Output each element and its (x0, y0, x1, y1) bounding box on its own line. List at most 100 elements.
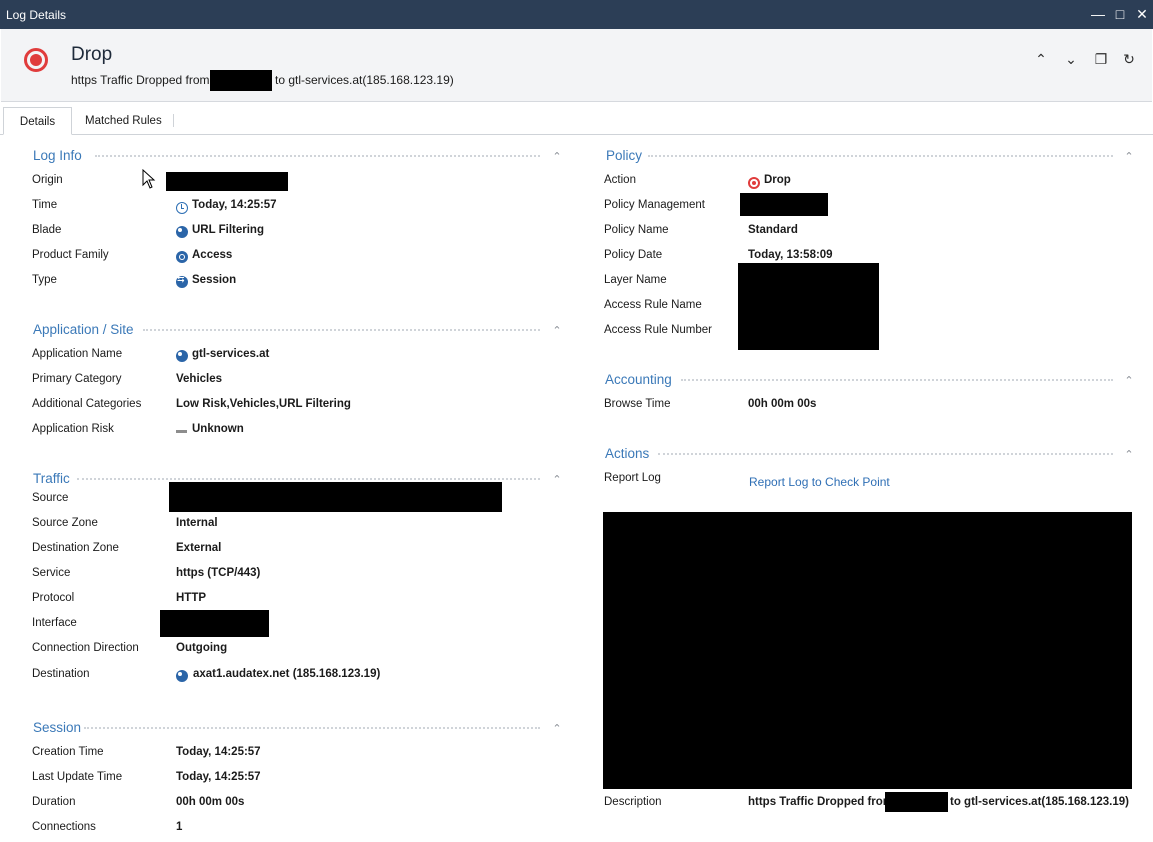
close-icon[interactable]: ✕ (1132, 4, 1152, 24)
row-value-source-zone: Internal (176, 517, 218, 529)
section-application-title: Application / Site (33, 322, 134, 337)
row-label-product-family: Product Family (32, 249, 109, 261)
row-value-description-suffix: to gtl-services.at(185.168.123.19) (950, 796, 1129, 808)
row-value-additional-categories: Low Risk,Vehicles,URL Filtering (176, 398, 351, 410)
maximize-icon[interactable]: □ (1110, 4, 1130, 24)
row-label-primary-category: Primary Category (32, 373, 122, 385)
row-value-product-family: Access (192, 249, 233, 261)
row-label-additional-categories: Additional Categories (32, 398, 142, 410)
log-subtitle-prefix: https Traffic Dropped from (71, 73, 210, 87)
row-value-protocol: HTTP (176, 592, 207, 604)
section-accounting-title: Accounting (605, 372, 672, 387)
window-titlebar: Log Details — □ ✕ (0, 0, 1153, 29)
section-divider (681, 379, 1113, 381)
redacted-block (210, 70, 272, 91)
collapse-actions-icon[interactable]: ⌃ (1122, 449, 1136, 461)
collapse-log-info-icon[interactable]: ⌃ (550, 151, 564, 163)
drop-icon (24, 48, 48, 72)
log-subtitle-suffix: to gtl-services.at(185.168.123.19) (275, 73, 454, 87)
chevron-down-icon[interactable]: ⌄ (1062, 50, 1080, 68)
collapse-policy-icon[interactable]: ⌃ (1122, 151, 1136, 163)
row-label-last-update-time: Last Update Time (32, 771, 123, 783)
chevron-up-icon[interactable]: ⌃ (1032, 50, 1050, 68)
row-label-blade: Blade (32, 224, 62, 236)
row-label-policy-date: Policy Date (604, 249, 663, 261)
section-traffic-title: Traffic (33, 471, 70, 486)
redacted-origin (166, 172, 288, 191)
drop-icon (748, 177, 760, 189)
row-label-origin: Origin (32, 174, 63, 186)
collapse-traffic-icon[interactable]: ⌃ (550, 474, 564, 486)
row-value-application-risk: Unknown (192, 423, 244, 435)
collapse-accounting-icon[interactable]: ⌃ (1122, 375, 1136, 387)
row-label-source-zone: Source Zone (32, 517, 98, 529)
collapse-session-icon[interactable]: ⌃ (550, 723, 564, 735)
row-label-description: Description (604, 796, 662, 808)
collapse-application-icon[interactable]: ⌃ (550, 325, 564, 337)
mouse-cursor-icon (142, 169, 156, 189)
row-label-report-log: Report Log (604, 472, 661, 484)
copy-icon[interactable]: ❐ (1092, 50, 1110, 68)
row-label-destination: Destination (32, 668, 90, 680)
row-value-destination: axat1.audatex.net (185.168.123.19) (193, 668, 381, 680)
redacted-interface (160, 610, 269, 637)
row-value-connection-direction: Outgoing (176, 642, 228, 654)
row-value-primary-category: Vehicles (176, 373, 223, 385)
row-value-last-update-time: Today, 14:25:57 (176, 771, 261, 783)
row-label-layer-name: Layer Name (604, 274, 667, 286)
globe-icon (176, 350, 188, 362)
row-label-connection-direction: Connection Direction (32, 642, 139, 654)
row-label-destination-zone: Destination Zone (32, 542, 119, 554)
section-divider (648, 155, 1113, 157)
url-filtering-icon (176, 226, 188, 238)
section-divider (84, 727, 540, 729)
row-value-duration: 00h 00m 00s (176, 796, 245, 808)
report-log-link[interactable]: Report Log to Check Point (749, 475, 890, 489)
redacted-rule-details (738, 263, 879, 350)
section-actions-title: Actions (605, 446, 650, 461)
session-icon (176, 274, 188, 288)
row-label-protocol: Protocol (32, 592, 75, 604)
row-value-time: Today, 14:25:57 (192, 199, 277, 211)
clock-icon (176, 202, 188, 214)
row-value-destination-zone: External (176, 542, 222, 554)
redacted-source (169, 482, 502, 512)
row-label-access-rule-number: Access Rule Number (604, 324, 713, 336)
row-label-application-name: Application Name (32, 348, 123, 360)
row-value-description-prefix: https Traffic Dropped from (748, 796, 894, 808)
row-label-access-rule-name: Access Rule Name (604, 299, 702, 311)
redacted-policy-management (740, 193, 828, 216)
risk-level-icon (176, 430, 187, 433)
section-divider (658, 453, 1113, 455)
row-label-time: Time (32, 199, 58, 211)
row-value-browse-time: 00h 00m 00s (748, 398, 817, 410)
log-header (1, 29, 1152, 102)
minimize-icon[interactable]: — (1088, 4, 1108, 24)
log-subtitle: https Traffic Dropped from (71, 73, 210, 87)
log-title: Drop (71, 44, 113, 65)
redacted-description (885, 792, 948, 812)
row-label-connections: Connections (32, 821, 96, 833)
section-divider (143, 329, 540, 331)
row-label-service: Service (32, 567, 71, 579)
row-label-source: Source (32, 492, 69, 504)
section-divider (77, 478, 540, 480)
section-log-info-title: Log Info (33, 148, 82, 163)
row-value-creation-time: Today, 14:25:57 (176, 746, 261, 758)
row-value-service: https (TCP/443) (176, 567, 261, 579)
row-label-creation-time: Creation Time (32, 746, 104, 758)
tab-matched-rules[interactable]: Matched Rules (85, 107, 162, 133)
row-value-blade: URL Filtering (192, 224, 264, 236)
refresh-icon[interactable]: ↻ (1120, 50, 1138, 68)
row-value-connections: 1 (176, 821, 183, 833)
row-value-policy-name: Standard (748, 224, 798, 236)
tab-divider (173, 114, 174, 127)
row-value-type: Session (192, 274, 237, 286)
row-label-interface: Interface (32, 617, 77, 629)
row-value-action: Drop (764, 174, 791, 186)
row-label-policy-name: Policy Name (604, 224, 669, 236)
row-label-action: Action (604, 174, 636, 186)
window-title: Log Details (6, 8, 67, 22)
row-label-browse-time: Browse Time (604, 398, 671, 410)
tab-details[interactable]: Details (3, 107, 72, 135)
